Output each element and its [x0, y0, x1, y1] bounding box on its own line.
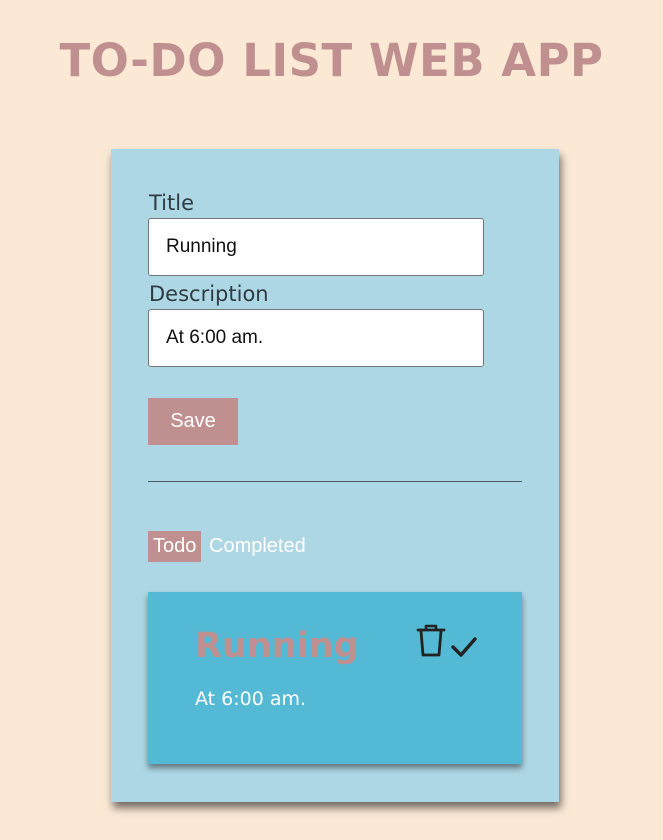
save-button[interactable]: Save: [148, 398, 238, 445]
todo-item-title: Running: [195, 626, 359, 666]
todo-item-description: At 6:00 am.: [195, 688, 307, 710]
title-input[interactable]: [148, 218, 484, 276]
tab-todo[interactable]: Todo: [148, 531, 202, 562]
tab-completed[interactable]: Completed: [209, 531, 306, 562]
trash-icon[interactable]: [416, 624, 446, 662]
check-icon[interactable]: [450, 636, 478, 662]
description-input[interactable]: [148, 309, 484, 367]
title-label: Title: [149, 191, 195, 215]
todo-list-item: Running At 6:00 am.: [148, 592, 522, 764]
todo-card: Title Description Save Todo Completed Ru…: [111, 149, 559, 802]
page-title: TO-DO LIST WEB APP: [59, 34, 604, 87]
description-label: Description: [149, 282, 269, 306]
divider: [148, 481, 522, 482]
